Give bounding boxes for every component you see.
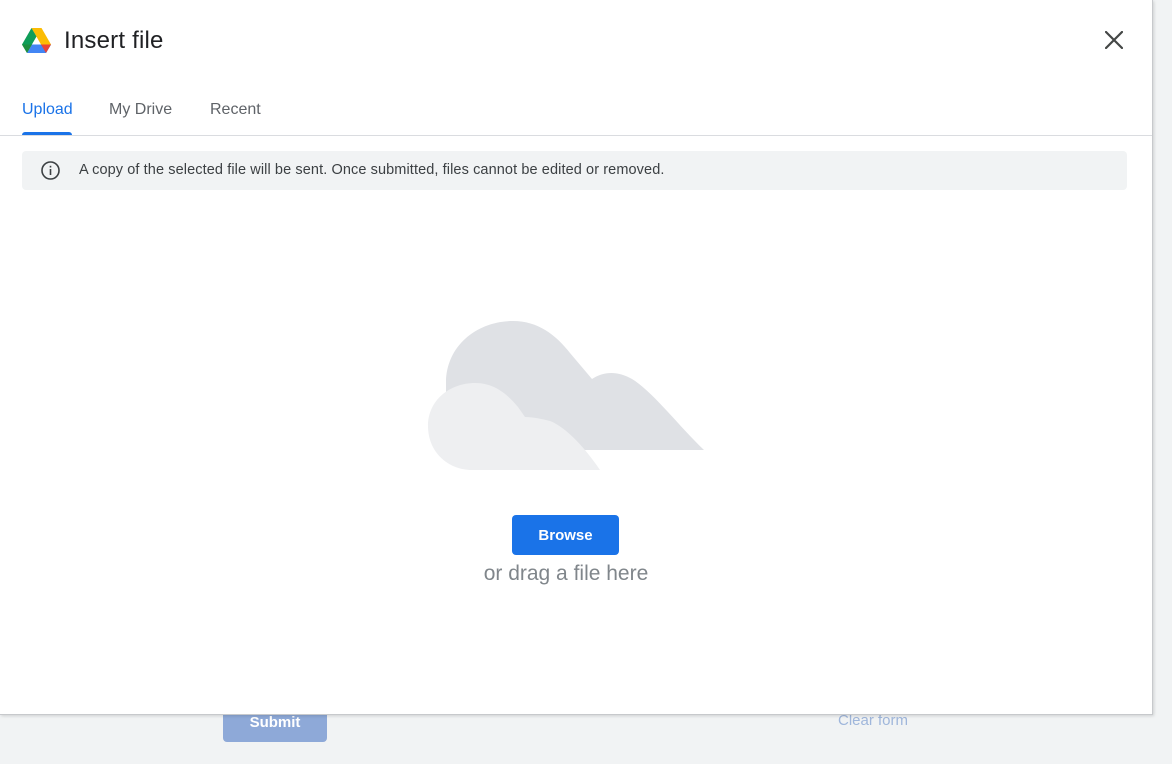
- google-drive-icon: [22, 28, 51, 54]
- tab-upload[interactable]: Upload: [22, 101, 73, 119]
- cloud-icon: [420, 315, 710, 475]
- info-icon: [40, 160, 61, 181]
- dialog-title: Insert file: [64, 27, 164, 54]
- insert-file-dialog: Insert file Upload My Drive Recent A cop…: [0, 0, 1153, 715]
- info-text: A copy of the selected file will be sent…: [79, 162, 665, 178]
- active-tab-indicator: [22, 132, 72, 135]
- browse-button[interactable]: Browse: [512, 515, 619, 555]
- dialog-header: Insert file: [0, 0, 1152, 84]
- close-button[interactable]: [1096, 24, 1132, 60]
- info-banner: A copy of the selected file will be sent…: [22, 151, 1127, 190]
- drag-drop-hint: or drag a file here: [483, 562, 649, 585]
- tab-recent[interactable]: Recent: [210, 101, 261, 119]
- tab-my-drive[interactable]: My Drive: [109, 101, 172, 119]
- tab-bar: Upload My Drive Recent: [0, 84, 1152, 136]
- close-icon: [1104, 29, 1124, 54]
